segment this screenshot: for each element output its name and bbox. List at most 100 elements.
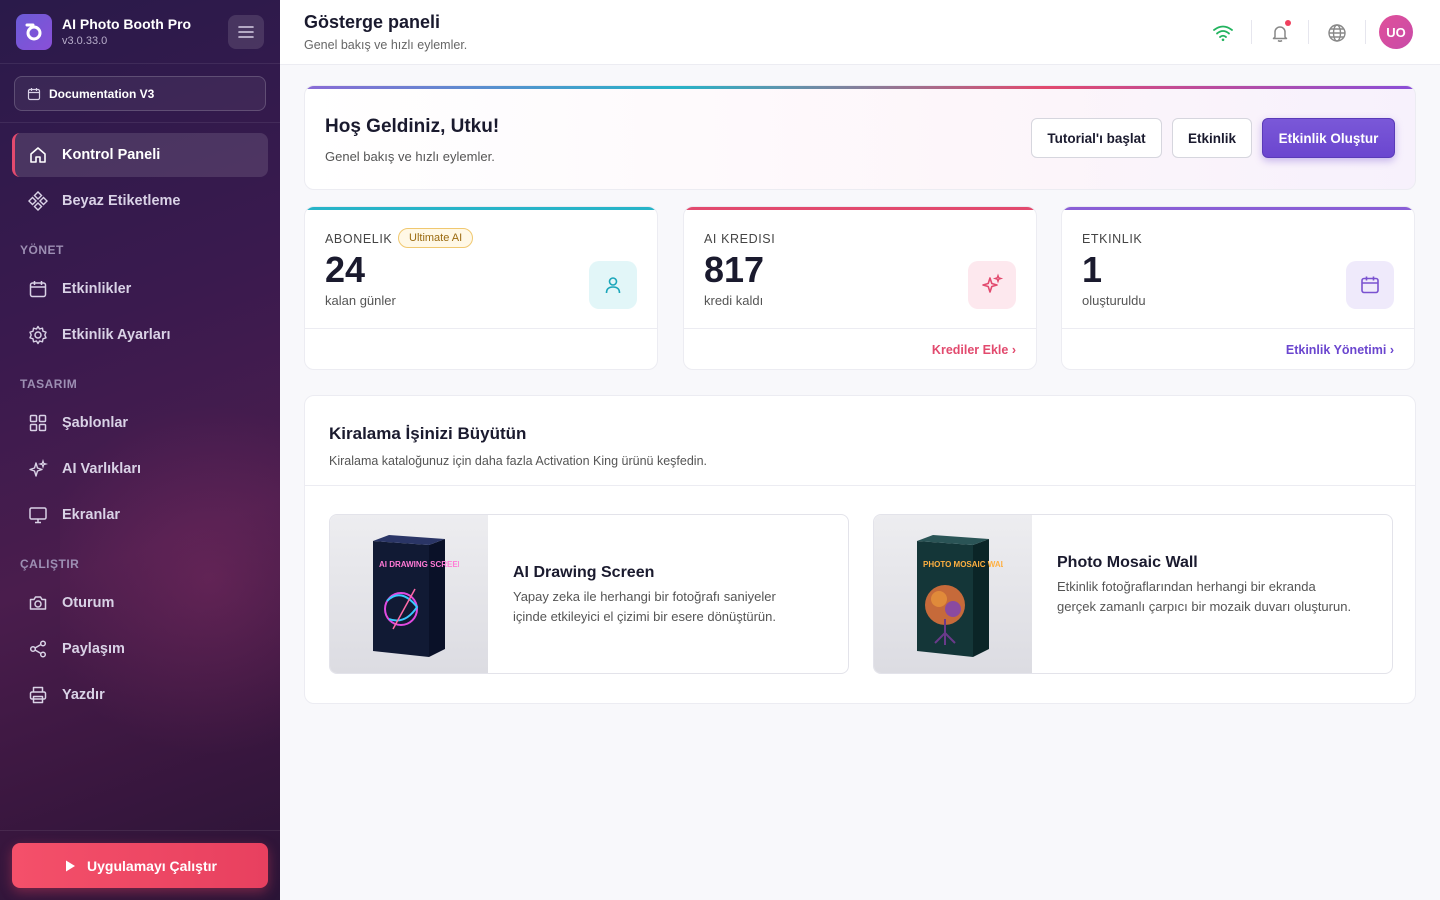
sidebar-item-label: AI Varlıkları bbox=[62, 461, 141, 477]
topbar-separator bbox=[1308, 20, 1309, 44]
sidebar-header: AI Photo Booth Pro v3.0.33.0 bbox=[0, 0, 280, 64]
sidebar-divider bbox=[0, 122, 280, 123]
sidebar-item-kontrol-paneli[interactable]: Kontrol Paneli bbox=[12, 133, 268, 177]
ai-credits-label: AI KREDISI bbox=[704, 232, 776, 246]
subscription-days-caption: kalan günler bbox=[325, 293, 396, 308]
language-button[interactable] bbox=[1320, 16, 1354, 50]
product-box-label: AI DRAWING SCREEN bbox=[379, 560, 459, 569]
event-management-link[interactable]: Etkinlik Yönetimi › bbox=[1286, 343, 1394, 357]
sidebar-item-label: Etkinlikler bbox=[62, 281, 132, 297]
wifi-status-button[interactable] bbox=[1206, 16, 1240, 50]
product-card-photo-mosaic[interactable]: PHOTO MOSAIC WALL Photo Mosaic Wall Etki… bbox=[873, 514, 1393, 674]
grow-business-panel: Kiralama İşinizi Büyütün Kiralama katalo… bbox=[304, 395, 1416, 704]
documentation-label: Documentation V3 bbox=[49, 86, 155, 101]
subscription-card: ABONELIK Ultimate AI 24 kalan günler bbox=[304, 206, 658, 370]
topbar-separator bbox=[1251, 20, 1252, 44]
product-image: AI DRAWING SCREEN bbox=[330, 515, 488, 673]
product-name: AI Drawing Screen bbox=[513, 564, 655, 581]
welcome-subtitle: Genel bakış ve hızlı eylemler. bbox=[325, 149, 495, 164]
sidebar-item-ai-varliklari[interactable]: AI Varlıkları bbox=[12, 447, 268, 491]
subscription-label: ABONELIK bbox=[325, 232, 393, 246]
sidebar-item-etkinlik-ayarlari[interactable]: Etkinlik Ayarları bbox=[12, 313, 268, 357]
welcome-title: Hoş Geldiniz, Utku! bbox=[325, 116, 500, 137]
card-accent-bar bbox=[1062, 207, 1414, 210]
calendar-icon bbox=[27, 87, 41, 100]
notification-dot bbox=[1285, 20, 1291, 26]
event-button[interactable]: Etkinlik bbox=[1172, 118, 1252, 158]
gear-icon bbox=[29, 325, 47, 345]
run-app-button[interactable]: Uygulamayı Çalıştır bbox=[12, 843, 268, 888]
section-label-manage: YÖNET bbox=[20, 243, 64, 257]
events-label: ETKINLIK bbox=[1082, 232, 1143, 246]
sidebar-item-label: Ekranlar bbox=[62, 507, 121, 523]
sidebar-item-label: Etkinlik Ayarları bbox=[62, 327, 171, 343]
grow-subtitle: Kiralama kataloğunuz için daha fazla Act… bbox=[329, 454, 708, 468]
app-logo-icon bbox=[16, 14, 52, 50]
section-label-run: ÇALIŞTIR bbox=[20, 557, 80, 571]
sidebar-item-paylasim[interactable]: Paylaşım bbox=[12, 627, 268, 671]
app-version: v3.0.33.0 bbox=[62, 35, 108, 47]
sidebar: AI Photo Booth Pro v3.0.33.0 Documentati… bbox=[0, 0, 280, 900]
wifi-icon bbox=[1213, 25, 1233, 42]
product-card-ai-drawing[interactable]: AI DRAWING SCREEN AI Drawing Screen Yapa… bbox=[329, 514, 849, 674]
sidebar-item-ekranlar[interactable]: Ekranlar bbox=[12, 493, 268, 537]
grow-title: Kiralama İşinizi Büyütün bbox=[329, 424, 527, 443]
app-title: AI Photo Booth Pro bbox=[62, 16, 192, 32]
topbar-separator bbox=[1365, 20, 1366, 44]
start-tutorial-button[interactable]: Tutorial'ı başlat bbox=[1031, 118, 1162, 158]
printer-icon bbox=[29, 686, 47, 704]
events-caption: oluşturuldu bbox=[1082, 293, 1146, 308]
home-icon bbox=[30, 147, 46, 163]
events-value: 1 bbox=[1082, 249, 1103, 290]
welcome-banner: Hoş Geldiniz, Utku! Genel bakış ve hızlı… bbox=[304, 85, 1416, 190]
add-credits-link[interactable]: Krediler Ekle › bbox=[932, 343, 1016, 357]
hamburger-icon bbox=[238, 26, 254, 38]
ai-credits-value: 817 bbox=[704, 249, 765, 290]
product-name: Photo Mosaic Wall bbox=[1057, 554, 1198, 571]
share-icon bbox=[29, 640, 47, 658]
sidebar-item-label: Kontrol Paneli bbox=[62, 147, 161, 163]
product-description: Etkinlik fotoğraflarından herhangi bir e… bbox=[1057, 579, 1352, 614]
events-card: ETKINLIK 1 oluşturuldu Etkinlik Yönetimi… bbox=[1061, 206, 1415, 370]
documentation-selector[interactable]: Documentation V3 bbox=[14, 76, 266, 111]
product-description: Yapay zeka ile herhangi bir fotoğrafı sa… bbox=[513, 589, 777, 624]
run-app-label: Uygulamayı Çalıştır bbox=[87, 857, 217, 874]
card-footer-divider bbox=[305, 328, 657, 329]
sparkles-icon bbox=[29, 459, 48, 477]
card-accent-bar bbox=[684, 207, 1036, 210]
calendar-icon bbox=[1346, 261, 1394, 309]
calendar-icon bbox=[29, 281, 47, 298]
section-label-design: TASARIM bbox=[20, 377, 78, 391]
grow-divider bbox=[305, 485, 1415, 486]
grid-icon bbox=[29, 414, 47, 432]
ai-credits-caption: kredi kaldı bbox=[704, 293, 764, 308]
product-image: PHOTO MOSAIC WALL bbox=[874, 515, 1032, 673]
user-icon bbox=[589, 261, 637, 309]
subscription-days-value: 24 bbox=[325, 249, 366, 290]
ai-credits-card: AI KREDISI 817 kredi kaldı Krediler Ekle… bbox=[683, 206, 1037, 370]
sidebar-item-etkinlikler[interactable]: Etkinlikler bbox=[12, 267, 268, 311]
notifications-button[interactable] bbox=[1263, 16, 1297, 50]
menu-toggle-button[interactable] bbox=[228, 15, 264, 49]
sidebar-item-label: Paylaşım bbox=[62, 641, 125, 657]
sidebar-item-label: Oturum bbox=[62, 595, 115, 611]
sidebar-item-sablonlar[interactable]: Şablonlar bbox=[12, 401, 268, 445]
play-icon bbox=[66, 860, 76, 871]
sidebar-item-yazdir[interactable]: Yazdır bbox=[12, 673, 268, 717]
page-title: Gösterge paneli bbox=[304, 12, 441, 32]
bell-icon bbox=[1272, 26, 1288, 42]
product-box-label: PHOTO MOSAIC WALL bbox=[923, 560, 1003, 569]
sidebar-item-oturum[interactable]: Oturum bbox=[12, 581, 268, 625]
topbar: Gösterge paneli Genel bakış ve hızlı eyl… bbox=[280, 0, 1440, 65]
sidebar-item-label: Beyaz Etiketleme bbox=[62, 193, 181, 209]
user-avatar[interactable]: UO bbox=[1379, 15, 1413, 49]
card-footer-divider bbox=[684, 328, 1036, 329]
monitor-icon bbox=[29, 507, 47, 524]
page-subtitle: Genel bakış ve hızlı eylemler. bbox=[304, 38, 468, 52]
sidebar-item-beyaz-etiketleme[interactable]: Beyaz Etiketleme bbox=[12, 179, 268, 223]
globe-icon bbox=[1328, 24, 1346, 42]
sidebar-item-label: Şablonlar bbox=[62, 415, 129, 431]
create-event-button[interactable]: Etkinlik Oluştur bbox=[1262, 118, 1395, 158]
sparkles-icon bbox=[968, 261, 1016, 309]
card-accent-bar bbox=[305, 207, 657, 210]
